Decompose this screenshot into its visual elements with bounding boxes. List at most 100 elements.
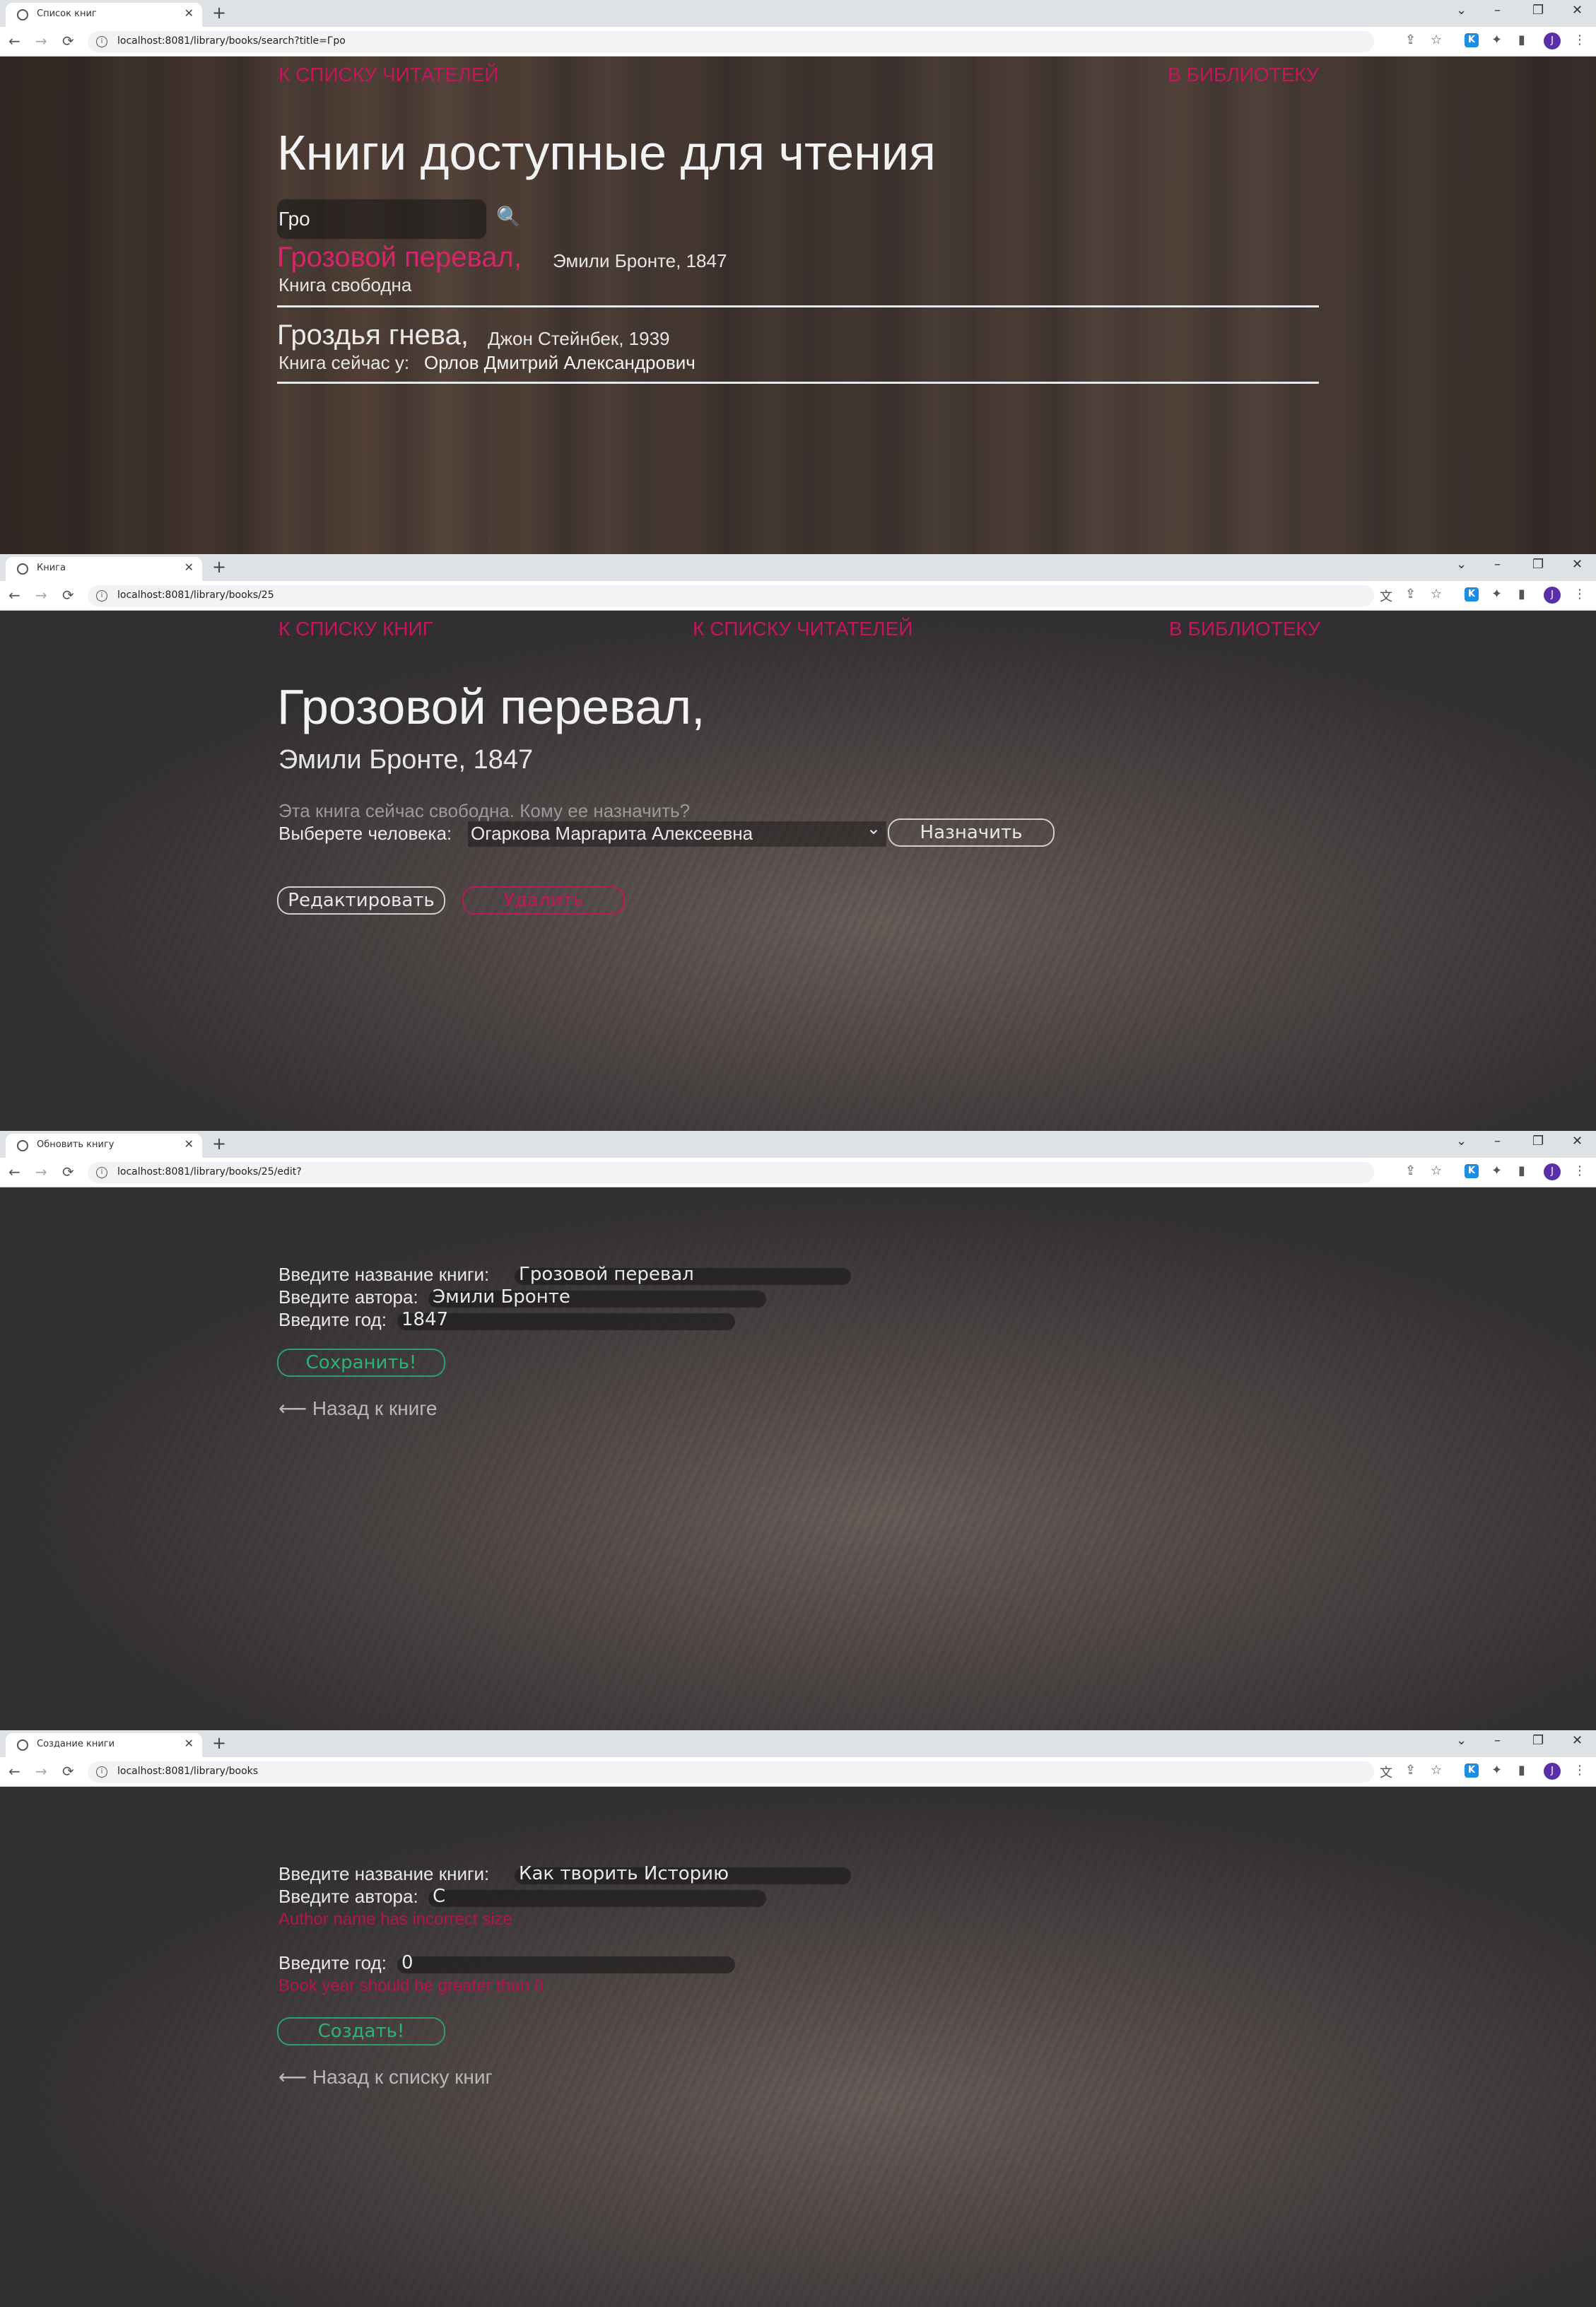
nav-link-library[interactable]: В БИБЛИОТЕКУ	[1169, 618, 1320, 640]
share-icon[interactable]: ⇪	[1405, 1163, 1416, 1178]
address-bar[interactable]: i localhost:8081/library/books	[88, 1761, 1374, 1783]
extensions-icon[interactable]: ✦	[1491, 1163, 1502, 1178]
close-tab-icon[interactable]: ✕	[184, 560, 194, 574]
back-to-books-link[interactable]: ⟵ Назад к списку книг	[278, 2065, 493, 2089]
info-icon[interactable]: i	[96, 1766, 107, 1778]
bookmark-star-icon[interactable]: ☆	[1431, 1163, 1442, 1178]
forward-icon[interactable]: →	[35, 1763, 47, 1780]
back-to-book-link[interactable]: ⟵ Назад к книге	[278, 1397, 437, 1420]
forward-icon[interactable]: →	[35, 587, 47, 604]
kaspersky-extension-icon[interactable]: K	[1465, 587, 1479, 601]
info-icon[interactable]: i	[96, 36, 107, 47]
assign-button[interactable]: Назначить	[888, 818, 1055, 847]
restore-button[interactable]: ❐	[1532, 1733, 1544, 1748]
tab-edit-book[interactable]: Обновить книгу ✕	[6, 1134, 202, 1158]
extensions-icon[interactable]: ✦	[1491, 1763, 1502, 1778]
tab-search-icon[interactable]: ⌄	[1456, 1134, 1467, 1149]
share-icon[interactable]: ⇪	[1405, 1763, 1416, 1778]
search-input[interactable]: Гро	[277, 199, 486, 239]
side-panel-icon[interactable]: ▮	[1518, 1763, 1525, 1778]
nav-link-library[interactable]: В БИБЛИОТЕКУ	[1168, 64, 1319, 86]
bookmark-star-icon[interactable]: ☆	[1431, 1763, 1442, 1778]
info-icon[interactable]: i	[96, 590, 107, 601]
tab-create-book[interactable]: Создание книги ✕	[6, 1733, 202, 1757]
profile-avatar[interactable]: J	[1544, 1763, 1561, 1780]
side-panel-icon[interactable]: ▮	[1518, 1163, 1525, 1178]
close-window-button[interactable]: ✕	[1572, 1733, 1583, 1748]
translate-icon[interactable]: 文	[1380, 1763, 1392, 1781]
tab-search-icon[interactable]: ⌄	[1456, 557, 1467, 572]
nav-link-readers[interactable]: К СПИСКУ ЧИТАТЕЛЕЙ	[278, 64, 498, 86]
extensions-icon[interactable]: ✦	[1491, 33, 1502, 47]
side-panel-icon[interactable]: ▮	[1518, 587, 1525, 601]
close-window-button[interactable]: ✕	[1572, 3, 1583, 18]
bookmark-star-icon[interactable]: ☆	[1431, 33, 1442, 47]
menu-icon[interactable]: ⋮	[1573, 33, 1586, 47]
year-field[interactable]	[397, 1956, 735, 1973]
profile-avatar[interactable]: J	[1544, 587, 1561, 604]
kaspersky-extension-icon[interactable]: K	[1465, 1763, 1479, 1778]
translate-icon[interactable]: 文	[1380, 587, 1392, 605]
close-window-button[interactable]: ✕	[1572, 1134, 1583, 1149]
menu-icon[interactable]: ⋮	[1573, 587, 1586, 601]
minimize-button[interactable]: –	[1494, 1134, 1501, 1149]
nav-link-books[interactable]: К СПИСКУ КНИГ	[278, 618, 433, 640]
tab-book[interactable]: Книга ✕	[6, 557, 202, 581]
share-icon[interactable]: ⇪	[1405, 33, 1416, 47]
new-tab-button[interactable]: +	[212, 3, 226, 23]
menu-icon[interactable]: ⋮	[1573, 1163, 1586, 1178]
back-icon[interactable]: ←	[8, 33, 20, 49]
minimize-button[interactable]: –	[1494, 1733, 1501, 1748]
save-button[interactable]: Сохранить!	[277, 1349, 445, 1377]
person-select[interactable]: Огаркова Маргарита Алексеевна ⌄	[468, 819, 886, 847]
bookmark-star-icon[interactable]: ☆	[1431, 587, 1442, 601]
tab-search-icon[interactable]: ⌄	[1456, 1733, 1467, 1748]
forward-icon[interactable]: →	[35, 33, 47, 49]
reload-icon[interactable]: ⟳	[62, 33, 74, 49]
info-icon[interactable]: i	[96, 1167, 107, 1178]
tab-search-icon[interactable]: ⌄	[1456, 3, 1467, 18]
reload-icon[interactable]: ⟳	[62, 587, 74, 604]
profile-avatar[interactable]: J	[1544, 33, 1561, 49]
tab-books-list[interactable]: Список книг ✕	[6, 3, 202, 27]
reload-icon[interactable]: ⟳	[62, 1763, 74, 1780]
nav-link-readers[interactable]: К СПИСКУ ЧИТАТЕЛЕЙ	[693, 618, 913, 640]
close-tab-icon[interactable]: ✕	[184, 6, 194, 20]
book-title-link[interactable]: Грозовой перевал,	[277, 242, 522, 274]
close-tab-icon[interactable]: ✕	[184, 1137, 194, 1151]
reload-icon[interactable]: ⟳	[62, 1163, 74, 1180]
profile-avatar[interactable]: J	[1544, 1163, 1561, 1180]
search-icon[interactable]: 🔍	[496, 205, 521, 228]
close-window-button[interactable]: ✕	[1572, 557, 1583, 572]
forward-icon[interactable]: →	[35, 1163, 47, 1180]
new-tab-button[interactable]: +	[212, 1134, 226, 1154]
address-bar[interactable]: i localhost:8081/library/books/search?ti…	[88, 31, 1374, 52]
delete-button[interactable]: Удалить	[462, 886, 625, 915]
tab-title: Создание книги	[37, 1739, 115, 1749]
free-hint: Эта книга сейчас свободна. Кому ее назна…	[278, 800, 691, 821]
menu-icon[interactable]: ⋮	[1573, 1763, 1586, 1778]
new-tab-button[interactable]: +	[212, 1733, 226, 1753]
close-tab-icon[interactable]: ✕	[184, 1737, 194, 1750]
address-bar[interactable]: i localhost:8081/library/books/25	[88, 585, 1374, 606]
restore-button[interactable]: ❐	[1532, 1134, 1544, 1149]
author-field[interactable]	[428, 1890, 766, 1907]
extensions-icon[interactable]: ✦	[1491, 587, 1502, 601]
share-icon[interactable]: ⇪	[1405, 587, 1416, 601]
back-icon[interactable]: ←	[8, 587, 20, 604]
address-bar[interactable]: i localhost:8081/library/books/25/edit?	[88, 1162, 1374, 1183]
side-panel-icon[interactable]: ▮	[1518, 33, 1525, 47]
create-button[interactable]: Создать!	[277, 2017, 445, 2045]
restore-button[interactable]: ❐	[1532, 3, 1544, 18]
book-title-link[interactable]: Гроздья гнева,	[277, 319, 469, 351]
minimize-button[interactable]: –	[1494, 3, 1501, 18]
kaspersky-extension-icon[interactable]: K	[1465, 1164, 1479, 1178]
new-tab-button[interactable]: +	[212, 557, 226, 577]
browser-window-books-search: Список книг ✕ + ⌄ – ❐ ✕ ← → ⟳ i localhos…	[0, 0, 1596, 554]
edit-button[interactable]: Редактировать	[277, 886, 445, 915]
kaspersky-extension-icon[interactable]: K	[1465, 33, 1479, 47]
restore-button[interactable]: ❐	[1532, 557, 1544, 572]
back-icon[interactable]: ←	[8, 1163, 20, 1180]
minimize-button[interactable]: –	[1494, 557, 1501, 572]
back-icon[interactable]: ←	[8, 1763, 20, 1780]
